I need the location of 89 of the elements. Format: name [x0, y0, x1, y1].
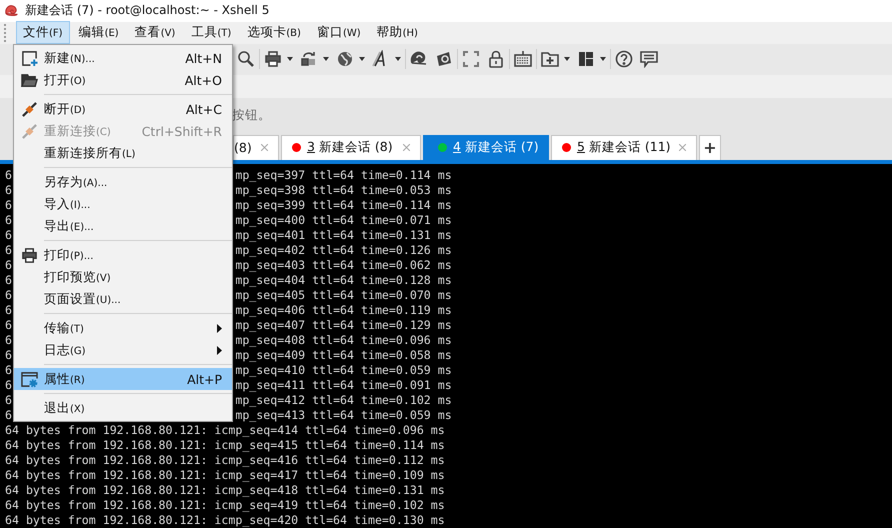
globe-icon[interactable] — [336, 50, 354, 68]
plug-icon — [20, 122, 38, 140]
caret-icon[interactable] — [287, 57, 293, 62]
terminal-line: mp_seq=404 ttl=64 time=0.128 ms — [235, 272, 452, 288]
caret-icon[interactable] — [395, 57, 401, 62]
caret-icon[interactable] — [564, 57, 570, 62]
terminal-line: 6 — [5, 258, 12, 273]
transfer-icon[interactable] — [300, 50, 318, 68]
terminal-line: mp_seq=398 ttl=64 time=0.053 ms — [235, 182, 452, 198]
menu-item[interactable]: 另存为(A)... — [14, 171, 232, 193]
shell-logo-icon — [4, 3, 19, 18]
menu-item[interactable]: 日志(G) — [14, 339, 232, 361]
new-tab-button[interactable]: + — [699, 134, 721, 160]
terminal-line: mp_seq=401 ttl=64 time=0.131 ms — [235, 228, 452, 243]
session-tab[interactable]: 5 新建会话 (11) — [551, 134, 697, 160]
terminal-line: mp_seq=400 ttl=64 time=0.071 ms — [235, 212, 452, 228]
terminal-line: 6 — [5, 272, 12, 288]
folder-icon — [20, 72, 38, 88]
printer-icon[interactable] — [264, 50, 282, 68]
terminal-line: 6 — [5, 302, 12, 318]
menu-item[interactable]: 编辑(E) — [72, 21, 126, 44]
terminal-line: 6 — [5, 288, 12, 303]
terminal-line: mp_seq=411 ttl=64 time=0.091 ms — [235, 378, 452, 393]
window-title: 新建会话 (7) - root@localhost:~ - Xshell 5 — [25, 2, 270, 20]
menu-item[interactable]: 打印(P)... — [14, 244, 232, 266]
caret-icon[interactable] — [600, 57, 606, 62]
terminal-line: mp_seq=412 ttl=64 time=0.102 ms — [235, 392, 452, 408]
menu-item[interactable]: 页面设置(U)... — [14, 288, 232, 310]
terminal-line: mp_seq=407 ttl=64 time=0.129 ms — [235, 318, 452, 333]
terminal-line: 64 bytes from 192.168.80.121: icmp_seq=415 ttl=64 time=0.114 ms — [5, 438, 445, 453]
submenu-arrow-icon — [217, 346, 222, 354]
info-text: 按钮。 — [232, 107, 271, 124]
terminal-line: mp_seq=399 ttl=64 time=0.114 ms — [235, 198, 452, 213]
menu-item[interactable]: 打开(O) Alt+O — [14, 69, 232, 91]
terminal-line: mp_seq=409 ttl=64 time=0.058 ms — [235, 348, 452, 363]
session-tab[interactable]: 3 新建会话 (8) — [281, 134, 421, 160]
menu-item[interactable]: 断开(D) Alt+C — [14, 98, 232, 120]
menu-item[interactable]: 退出(X) — [14, 397, 232, 419]
menu-item[interactable]: 属性(R) Alt+P — [14, 368, 232, 390]
menu-item[interactable]: 文件(F) — [16, 21, 70, 44]
terminal-line: mp_seq=405 ttl=64 time=0.070 ms — [235, 288, 452, 303]
terminal-line: mp_seq=403 ttl=64 time=0.062 ms — [235, 258, 452, 273]
terminal-line: 6 — [5, 198, 12, 213]
submenu-arrow-icon — [217, 324, 222, 332]
menu-item[interactable]: 导入(I)... — [14, 193, 232, 215]
terminal-line: mp_seq=402 ttl=64 time=0.126 ms — [235, 242, 452, 258]
terminal-line: 6 — [5, 168, 12, 183]
terminal-line: 6 — [5, 212, 12, 228]
terminal-line: mp_seq=413 ttl=64 time=0.059 ms — [235, 408, 452, 423]
menu-item[interactable]: 工具(T) — [184, 21, 238, 44]
terminal-line: 6 — [5, 348, 12, 363]
terminal-line: 64 bytes from 192.168.80.121: icmp_seq=417 ttl=64 time=0.109 ms — [5, 468, 445, 483]
terminal-line: 64 bytes from 192.168.80.121: icmp_seq=414 ttl=64 time=0.096 ms — [5, 422, 445, 438]
session-tab[interactable]: (8) — [233, 134, 279, 160]
terminal-line: 6 — [5, 318, 12, 333]
menu-item[interactable]: 打印预览(V) — [14, 266, 232, 288]
terminal-line: 6 — [5, 362, 12, 378]
terminal-line: 6 — [5, 392, 12, 408]
terminal-line: 6 — [5, 228, 12, 243]
menu-item[interactable]: 传输(T) — [14, 317, 232, 339]
terminal-line: 6 — [5, 182, 12, 198]
new-window-icon — [20, 50, 38, 66]
properties-icon — [20, 370, 38, 388]
terminal-line: mp_seq=408 ttl=64 time=0.096 ms — [235, 332, 452, 348]
menu-item[interactable]: 新建(N)... Alt+N — [14, 47, 232, 69]
menu-item[interactable]: 导出(E)... — [14, 215, 232, 237]
terminal-line: 6 — [5, 332, 12, 348]
terminal-line: 64 bytes from 192.168.80.121: icmp_seq=420 ttl=64 time=0.130 ms — [5, 512, 445, 528]
plug-icon — [20, 100, 38, 118]
caret-icon[interactable] — [359, 57, 365, 62]
terminal-line: mp_seq=397 ttl=64 time=0.114 ms — [235, 168, 452, 183]
menu-item[interactable]: 重新连接所有(L) — [14, 142, 232, 164]
terminal-line: 6 — [5, 378, 12, 393]
caret-icon[interactable] — [323, 57, 329, 62]
new-tab-icon[interactable] — [541, 50, 559, 68]
menu-item[interactable]: 选项卡(B) — [240, 21, 308, 44]
printer-icon — [20, 246, 38, 264]
menu-item[interactable]: 窗口(W) — [310, 21, 368, 44]
terminal-line: 64 bytes from 192.168.80.121: icmp_seq=419 ttl=64 time=0.102 ms — [5, 498, 445, 513]
terminal-line: 6 — [5, 408, 12, 423]
layout-icon[interactable] — [577, 50, 595, 68]
menu-item[interactable]: 查看(V) — [128, 21, 182, 44]
terminal-line: mp_seq=410 ttl=64 time=0.059 ms — [235, 362, 452, 378]
terminal-line: 6 — [5, 242, 12, 258]
terminal-line: mp_seq=406 ttl=64 time=0.119 ms — [235, 302, 452, 318]
terminal-line: 64 bytes from 192.168.80.121: icmp_seq=418 ttl=64 time=0.131 ms — [5, 482, 445, 498]
terminal-line: 64 bytes from 192.168.80.121: icmp_seq=416 ttl=64 time=0.112 ms — [5, 452, 445, 468]
menu-item[interactable]: 帮助(H) — [370, 21, 425, 44]
session-tab[interactable]: 4 新建会话 (7) — [423, 134, 549, 160]
